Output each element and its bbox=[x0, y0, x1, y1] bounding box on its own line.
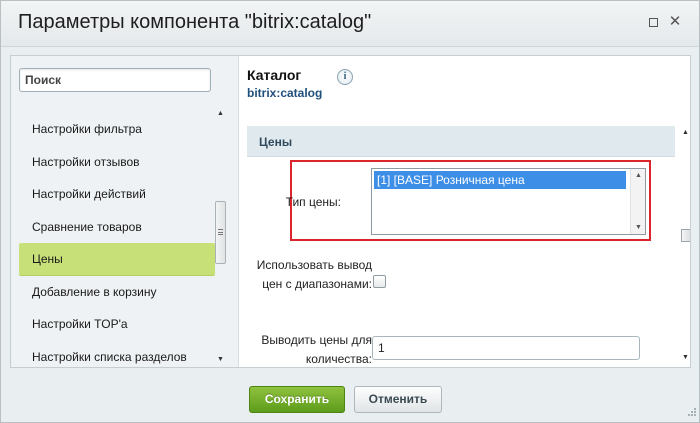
sidebar-item-top-settings[interactable]: Настройки TOP'a bbox=[19, 308, 215, 341]
panel-scrollbar[interactable]: ▲ ▼ bbox=[680, 126, 690, 367]
resize-handle-icon[interactable] bbox=[685, 407, 697, 419]
scroll-down-icon[interactable]: ▼ bbox=[635, 224, 642, 232]
scroll-up-icon[interactable]: ▲ bbox=[682, 129, 689, 137]
quantity-input[interactable] bbox=[372, 336, 640, 360]
sidebar-item-action-settings[interactable]: Настройки действий bbox=[19, 178, 215, 211]
minimize-icon[interactable] bbox=[646, 15, 660, 29]
scroll-up-icon[interactable]: ▲ bbox=[217, 110, 224, 118]
sidebar-item-add-to-cart[interactable]: Добавление в корзину bbox=[19, 276, 215, 309]
sidebar: Настройки фильтра Настройки отзывов Наст… bbox=[11, 56, 239, 368]
dialog-footer: Сохранить Отменить bbox=[1, 376, 699, 422]
price-type-label: Тип цены: bbox=[285, 195, 341, 209]
price-type-option[interactable]: [1] [BASE] Розничная цена bbox=[374, 171, 626, 189]
scroll-down-icon[interactable]: ▼ bbox=[217, 356, 224, 364]
sidebar-item-review-settings[interactable]: Настройки отзывов bbox=[19, 146, 215, 179]
use-ranges-checkbox[interactable] bbox=[373, 275, 386, 288]
scroll-down-icon[interactable]: ▼ bbox=[682, 354, 689, 362]
sidebar-item-compare[interactable]: Сравнение товаров bbox=[19, 211, 215, 244]
select-scrollbar[interactable]: ▲ ▼ bbox=[630, 169, 645, 234]
cancel-button[interactable]: Отменить bbox=[354, 386, 442, 413]
title-bar[interactable]: Параметры компонента "bitrix:catalog" ✕ bbox=[1, 1, 699, 47]
quantity-label: Выводить цены для количества: bbox=[261, 333, 372, 366]
sidebar-list: Настройки фильтра Настройки отзывов Наст… bbox=[19, 113, 215, 368]
sidebar-item-filter-settings[interactable]: Настройки фильтра bbox=[19, 113, 215, 146]
scroll-thumb[interactable] bbox=[215, 201, 226, 264]
scroll-up-icon[interactable]: ▲ bbox=[635, 172, 642, 180]
sidebar-item-prices[interactable]: Цены bbox=[19, 243, 215, 276]
save-button[interactable]: Сохранить bbox=[249, 386, 345, 413]
section-title: Цены bbox=[259, 135, 293, 149]
scroll-thumb[interactable] bbox=[681, 229, 690, 242]
dialog-title: Параметры компонента "bitrix:catalog" bbox=[18, 11, 372, 33]
close-icon[interactable]: ✕ bbox=[668, 14, 682, 29]
info-icon[interactable]: i bbox=[337, 69, 353, 85]
dialog-content: Настройки фильтра Настройки отзывов Наст… bbox=[10, 55, 691, 368]
panel-title: Каталог bbox=[247, 67, 302, 83]
sidebar-scrollbar[interactable]: ▲ ▼ bbox=[214, 108, 228, 366]
sidebar-item-section-list-settings[interactable]: Настройки списка разделов bbox=[19, 341, 215, 368]
search-input[interactable] bbox=[19, 68, 211, 92]
settings-panel: Каталог i bitrix:catalog Цены Тип цены: … bbox=[239, 56, 690, 367]
component-params-dialog: Параметры компонента "bitrix:catalog" ✕ … bbox=[0, 0, 700, 423]
price-type-select[interactable]: [1] [BASE] Розничная цена ▲ ▼ bbox=[371, 168, 646, 235]
section-header: Цены bbox=[247, 126, 675, 157]
panel-subtitle: bitrix:catalog bbox=[247, 86, 323, 100]
use-ranges-label: Использовать вывод цен с диапазонами: bbox=[256, 258, 372, 291]
